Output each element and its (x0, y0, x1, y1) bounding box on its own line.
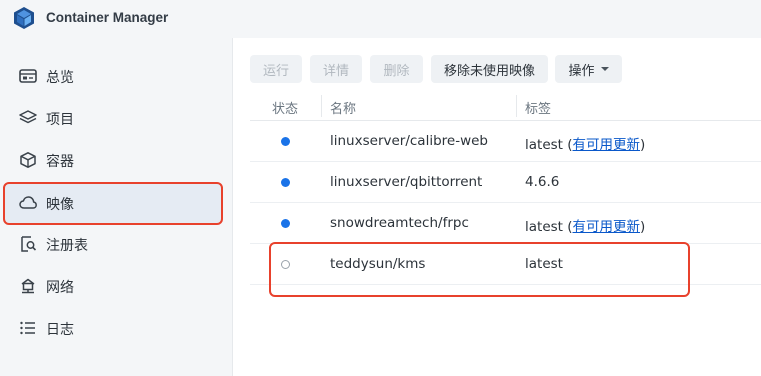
cube-icon (20, 152, 36, 168)
update-close-paren: ) (640, 219, 646, 235)
sidebar-item-label: 网络 (46, 280, 74, 296)
image-tag: latest (525, 256, 563, 272)
image-name: teddysun/kms (330, 256, 426, 272)
status-running-icon (281, 178, 290, 187)
sidebar-item-images[interactable]: 映像 (0, 180, 233, 227)
header-status[interactable]: 状态 (272, 98, 298, 117)
container-manager-logo (14, 7, 34, 29)
layers-icon (19, 110, 37, 124)
image-tag: 4.6.6 (525, 174, 560, 190)
update-available-link[interactable]: 有可用更新 (573, 137, 641, 153)
sidebar-item-logs[interactable]: 日志 (0, 308, 233, 348)
details-button[interactable]: 详情 (310, 55, 362, 83)
remove-unused-images-button[interactable]: 移除未使用映像 (431, 55, 548, 83)
actions-dropdown-button[interactable]: 操作 (555, 55, 622, 83)
sidebar: 总览 项目 容器 映像 注册表 网络 日志 (0, 38, 233, 376)
column-divider[interactable] (516, 95, 517, 117)
table-row[interactable]: linuxserver/calibre-web latest (有可用更新) (250, 121, 761, 162)
image-name: linuxserver/calibre-web (330, 133, 488, 149)
main-panel: 运行 详情 删除 移除未使用映像 操作 状态 名称 标签 linuxserver… (234, 38, 761, 376)
table-header: 状态 名称 标签 (250, 91, 761, 121)
title-bar: Container Manager (0, 0, 761, 38)
sidebar-item-label: 注册表 (46, 238, 88, 254)
sidebar-item-registry[interactable]: 注册表 (0, 224, 233, 264)
header-name[interactable]: 名称 (330, 98, 356, 117)
sidebar-item-label: 映像 (46, 197, 74, 213)
registry-icon (21, 236, 37, 252)
images-table: 状态 名称 标签 linuxserver/calibre-web latest … (250, 91, 761, 285)
table-row[interactable]: teddysun/kms latest (250, 244, 761, 285)
image-tag-cell: latest (有可用更新) (525, 133, 645, 153)
actions-label: 操作 (568, 63, 595, 79)
image-name: snowdreamtech/frpc (330, 215, 469, 231)
update-open-paren: ( (562, 137, 573, 153)
sidebar-item-projects[interactable]: 项目 (0, 98, 233, 138)
sidebar-item-containers[interactable]: 容器 (0, 140, 233, 180)
sidebar-item-label: 项目 (46, 112, 74, 128)
list-icon (20, 321, 35, 335)
column-divider[interactable] (321, 95, 322, 117)
cloud-icon (19, 196, 37, 209)
chevron-down-icon (600, 67, 609, 71)
sidebar-item-label: 日志 (46, 322, 74, 338)
network-icon (21, 278, 35, 294)
update-open-paren: ( (562, 219, 573, 235)
table-row[interactable]: snowdreamtech/frpc latest (有可用更新) (250, 203, 761, 244)
status-stopped-icon (281, 260, 290, 269)
status-running-icon (281, 219, 290, 228)
update-close-paren: ) (640, 137, 646, 153)
image-tag-cell: latest (有可用更新) (525, 215, 645, 235)
update-available-link[interactable]: 有可用更新 (573, 219, 641, 235)
overview-icon (19, 69, 37, 83)
image-tag: latest (525, 137, 563, 153)
sidebar-item-label: 总览 (46, 70, 74, 86)
sidebar-item-network[interactable]: 网络 (0, 266, 233, 306)
sidebar-item-label: 容器 (46, 154, 74, 170)
delete-button[interactable]: 删除 (370, 55, 423, 83)
image-tag: latest (525, 219, 563, 235)
sidebar-item-overview[interactable]: 总览 (0, 56, 233, 96)
app-title: Container Manager (46, 10, 169, 25)
header-tag[interactable]: 标签 (525, 98, 551, 117)
run-button[interactable]: 运行 (250, 55, 302, 83)
status-running-icon (281, 137, 290, 146)
image-name: linuxserver/qbittorrent (330, 174, 483, 190)
table-row[interactable]: linuxserver/qbittorrent 4.6.6 (250, 162, 761, 203)
